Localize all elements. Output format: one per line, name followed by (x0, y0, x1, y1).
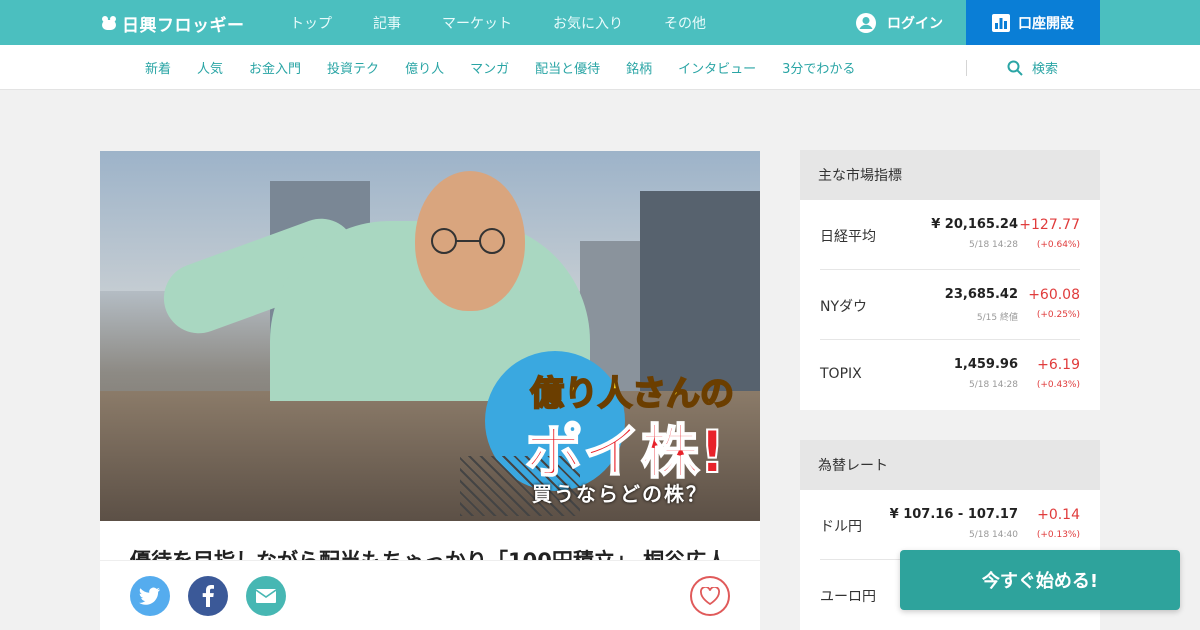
category-dividends[interactable]: 配当と優待 (535, 58, 600, 77)
category-money-basics[interactable]: お金入門 (249, 58, 301, 77)
category-millionaires[interactable]: 億り人 (405, 58, 444, 77)
category-manga[interactable]: マンガ (470, 58, 509, 77)
chart-icon (992, 13, 1010, 32)
mail-icon (256, 589, 276, 603)
market-heading: 主な市場指標 (800, 150, 1100, 200)
nav-item-top[interactable]: トップ (290, 13, 332, 33)
nav-item-market[interactable]: マーケット (442, 13, 512, 33)
category-stocks[interactable]: 銘柄 (626, 58, 652, 77)
divider (966, 60, 967, 76)
favorite-button[interactable] (690, 576, 730, 616)
market-indicators-widget: 主な市場指標 日経平均 ¥ 20,165.24 +127.77 5/18 14:… (800, 150, 1100, 410)
user-icon (856, 12, 876, 33)
twitter-share-button[interactable] (130, 576, 170, 616)
facebook-icon (202, 585, 214, 607)
hero-title-line3: 買うならどの株？ (532, 482, 708, 506)
category-interview[interactable]: インタビュー (678, 58, 756, 77)
search-icon (1007, 60, 1023, 76)
facebook-share-button[interactable] (188, 576, 228, 616)
open-account-label: 口座開設 (1018, 15, 1074, 32)
category-nav: 新着 人気 お金入門 投資テク 億り人 マンガ 配当と優待 銘柄 インタビュー … (0, 45, 1200, 90)
frog-logo-icon (102, 16, 116, 30)
nav-item-articles[interactable]: 記事 (373, 13, 401, 33)
logo-text: 日興フロッギー (122, 15, 245, 36)
login-button[interactable]: ログイン (855, 0, 943, 45)
main-nav: トップ 記事 マーケット お気に入り その他 (290, 0, 747, 45)
search-label: 検索 (1032, 62, 1059, 77)
glasses-graphic (431, 228, 505, 254)
category-new[interactable]: 新着 (145, 58, 171, 77)
search-button[interactable]: 検索 (1007, 45, 1058, 90)
login-label: ログイン (887, 15, 943, 32)
site-logo[interactable]: 日興フロッギー (100, 11, 245, 36)
category-3min[interactable]: 3分でわかる (782, 58, 855, 77)
fx-heading: 為替レート (800, 440, 1100, 490)
open-account-button[interactable]: 口座開設 (966, 0, 1100, 45)
category-investing-tips[interactable]: 投資テク (327, 58, 379, 77)
hero-title-line2: ポイ株! (524, 417, 726, 487)
category-popular[interactable]: 人気 (197, 58, 223, 77)
start-now-button[interactable]: 今すぐ始める! (900, 550, 1180, 610)
share-bar (100, 560, 760, 630)
nav-item-favorites[interactable]: お気に入り (553, 13, 623, 33)
heart-icon (700, 587, 720, 605)
market-row[interactable]: NYダウ 23,685.42 +60.08 5/15 終値 (+0.25%) (820, 270, 1080, 340)
nav-item-other[interactable]: その他 (664, 13, 706, 33)
market-row[interactable]: TOPIX 1,459.96 +6.19 5/18 14:28 (+0.43%) (820, 340, 1080, 410)
market-row[interactable]: 日経平均 ¥ 20,165.24 +127.77 5/18 14:28 (+0.… (820, 200, 1080, 270)
twitter-icon (139, 587, 161, 605)
top-bar: 日興フロッギー トップ 記事 マーケット お気に入り その他 ログイン 口座開設 (0, 0, 1200, 45)
mail-share-button[interactable] (246, 576, 286, 616)
